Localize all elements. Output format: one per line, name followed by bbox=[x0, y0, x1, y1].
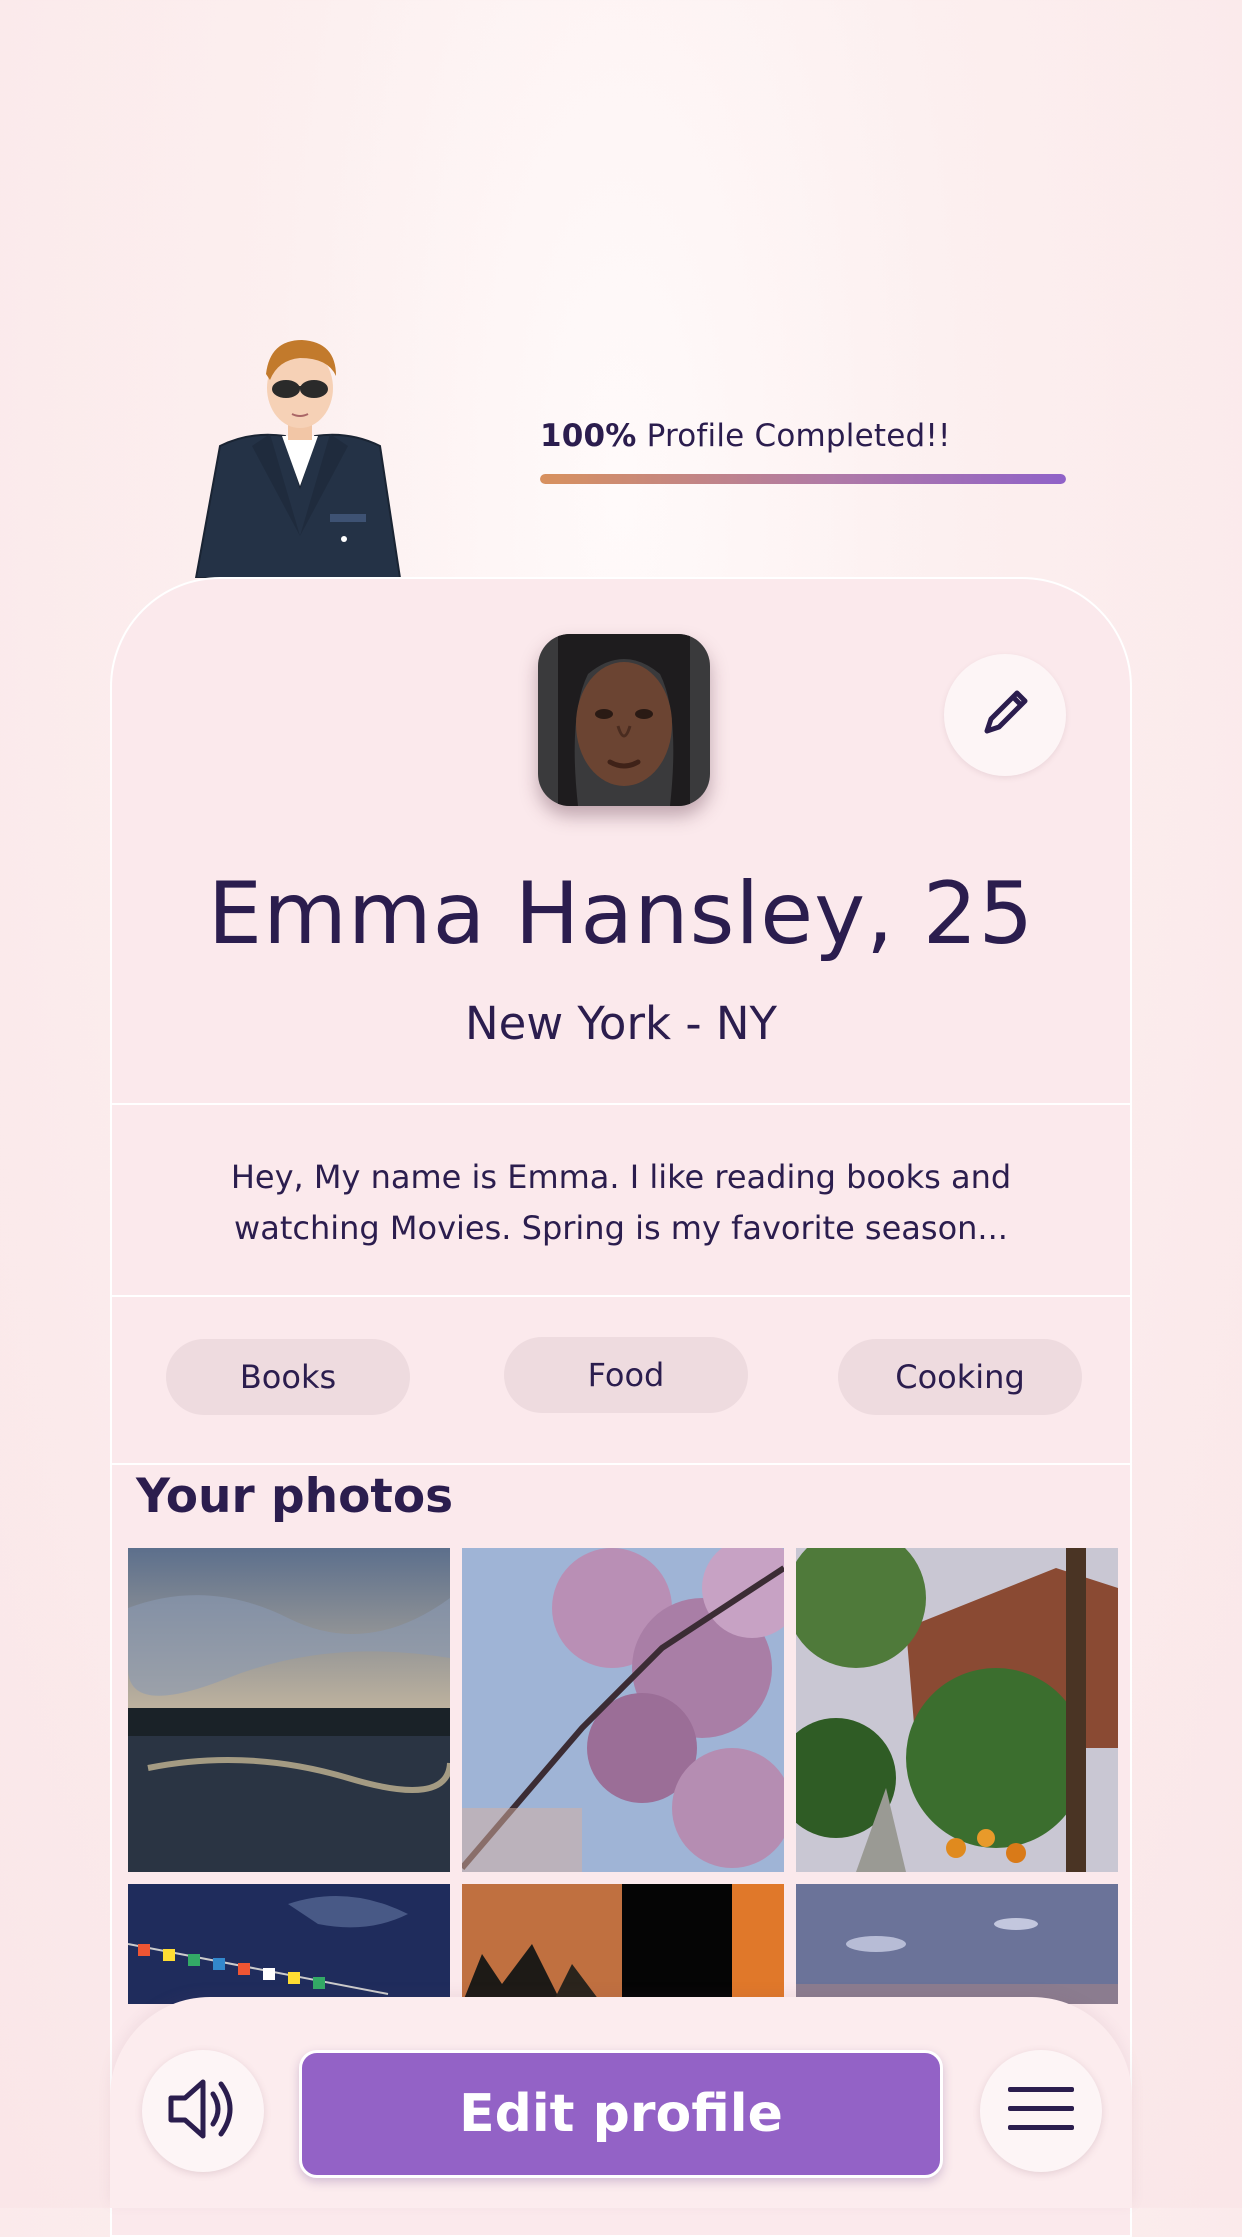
speaker-icon bbox=[165, 2076, 241, 2146]
photo-thumbnail[interactable] bbox=[796, 1884, 1118, 2004]
profile-photo[interactable] bbox=[538, 634, 710, 806]
photo-thumbnail[interactable] bbox=[462, 1884, 784, 2004]
interest-tag-food[interactable]: Food bbox=[504, 1337, 748, 1413]
profile-progress: 100% Profile Completed!! bbox=[540, 418, 1066, 484]
interest-tag-cooking[interactable]: Cooking bbox=[838, 1339, 1082, 1415]
edit-profile-button[interactable]: Edit profile bbox=[299, 2050, 943, 2178]
edit-profile-icon-button[interactable] bbox=[944, 654, 1066, 776]
guide-character-illustration bbox=[190, 336, 410, 579]
progress-label: 100% Profile Completed!! bbox=[540, 418, 1066, 454]
bio-line: Hey, My name is Emma. I like reading boo… bbox=[230, 1158, 1012, 1196]
profile-bio: Hey, My name is Emma. I like reading boo… bbox=[192, 1152, 1050, 1254]
pencil-icon bbox=[975, 683, 1035, 747]
progress-bar-fill bbox=[540, 474, 1066, 484]
progress-percent: 100% bbox=[540, 418, 637, 454]
photo-thumbnail[interactable] bbox=[128, 1548, 450, 1872]
divider bbox=[112, 1103, 1130, 1105]
photos-section-title: Your photos bbox=[136, 1469, 454, 1524]
profile-location: New York - NY bbox=[464, 997, 778, 1050]
sound-button[interactable] bbox=[142, 2050, 264, 2172]
menu-button[interactable] bbox=[980, 2050, 1102, 2172]
profile-card: Emma Hansley, 25 New York - NY Hey, My n… bbox=[110, 577, 1132, 2237]
divider bbox=[112, 1463, 1130, 1465]
hamburger-menu-icon bbox=[1006, 2084, 1076, 2138]
photo-thumbnail[interactable] bbox=[796, 1548, 1118, 1872]
progress-text: Profile Completed!! bbox=[646, 418, 951, 454]
photo-thumbnail[interactable] bbox=[462, 1548, 784, 1872]
progress-bar bbox=[540, 474, 1066, 484]
profile-name: Emma Hansley, 25 bbox=[207, 864, 1035, 964]
interest-tag-books[interactable]: Books bbox=[166, 1339, 410, 1415]
divider bbox=[112, 1295, 1130, 1297]
bio-line: watching Movies. Spring is my favorite s… bbox=[234, 1209, 1008, 1247]
photo-thumbnail[interactable] bbox=[128, 1884, 450, 2004]
